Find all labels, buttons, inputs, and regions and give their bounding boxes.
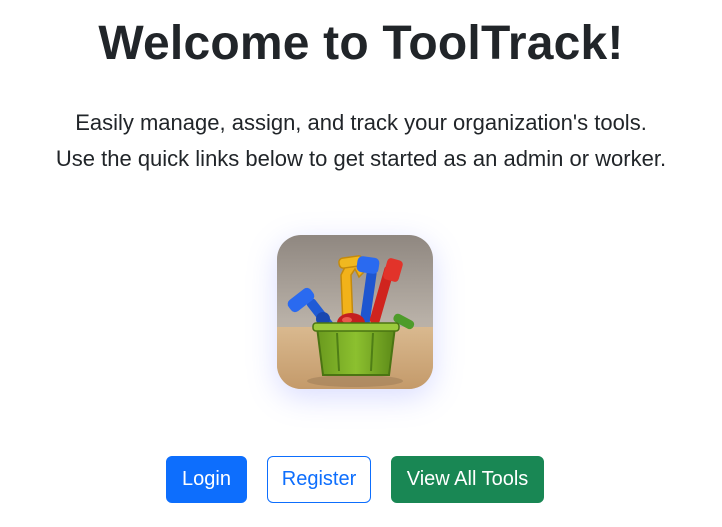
welcome-page: Welcome to ToolTrack! Easily manage, ass… [0, 0, 722, 527]
page-title: Welcome to ToolTrack! [98, 17, 624, 70]
toolbox-icon [277, 235, 433, 389]
view-all-tools-button[interactable]: View All Tools [391, 456, 544, 503]
register-button[interactable]: Register [267, 456, 371, 503]
login-button[interactable]: Login [166, 456, 247, 503]
intro-line-1: Easily manage, assign, and track your or… [75, 110, 647, 135]
intro-line-2: Use the quick links below to get started… [55, 146, 667, 171]
